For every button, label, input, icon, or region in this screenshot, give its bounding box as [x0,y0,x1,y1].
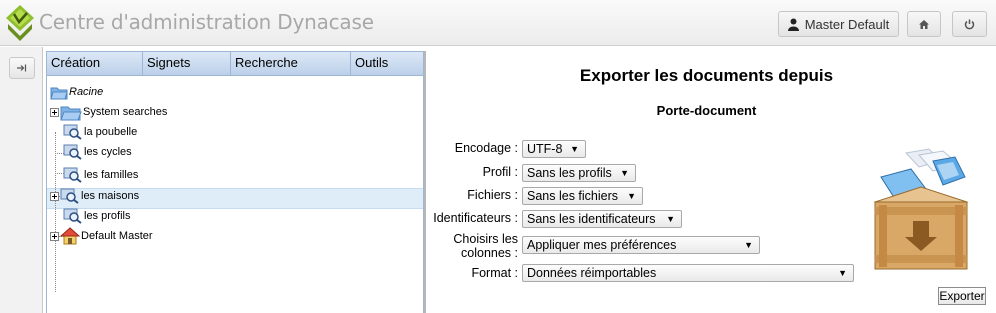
folder-icon [60,106,82,121]
home-icon [919,19,929,29]
home-button[interactable] [907,11,941,37]
search-icon [63,208,82,224]
identificateurs-value: Sans les identificateurs [527,212,656,226]
house-icon [60,227,80,245]
app-title: Centre d'administration Dynacase [39,10,374,34]
encodage-value: UTF-8 [527,142,563,156]
tree-node-label: les maisons [81,190,140,202]
profil-select[interactable]: Sans les profils ▼ [522,164,636,182]
tree-node-label: les cycles [84,146,132,158]
tree-node-les-cycles[interactable]: les cycles [63,142,132,162]
profil-label: Profil : [482,165,518,179]
tree-node-les-familles[interactable]: les familles [63,165,138,185]
expand-arrow-icon [17,64,27,72]
colonnes-value: Appliquer mes préférences [527,238,677,252]
dropdown-arrow-icon: ▼ [627,191,636,201]
menu-creation[interactable]: Création [47,52,143,76]
app-header: Centre d'administration Dynacase Master … [0,0,996,46]
export-button[interactable]: Exporter [938,287,986,305]
tree-menubar: Création Signets Recherche Outils [47,52,423,76]
format-select[interactable]: Données réimportables ▼ [522,264,854,282]
search-icon [63,167,82,183]
dropdown-arrow-icon: ▼ [744,240,753,250]
expand-toggle-icon[interactable] [50,107,59,117]
profil-value: Sans les profils [527,166,612,180]
power-button[interactable] [952,11,987,37]
colonnes-label-line2: colonnes : [461,246,518,260]
user-menu-button[interactable]: Master Default [778,11,899,37]
tree-node-system-searches[interactable]: System searches [50,102,167,122]
tree-node-label: Racine [69,86,104,98]
tree-node-les-maisons[interactable]: les maisons [50,186,139,206]
format-label: Format : [471,266,518,280]
export-crate-icon [873,148,969,270]
tree-node-racine[interactable]: Racine [50,82,103,102]
search-icon [63,124,82,140]
fichiers-label: Fichiers : [467,188,518,202]
search-icon [60,188,79,204]
menu-outils[interactable]: Outils [351,52,423,76]
tree-node-label: les familles [84,169,139,181]
format-value: Données réimportables [527,266,657,280]
search-icon [63,144,82,160]
tree-node-les-profils[interactable]: les profils [63,206,130,226]
menu-signets[interactable]: Signets [143,52,231,76]
colonnes-select[interactable]: Appliquer mes préférences ▼ [522,236,760,254]
encodage-select[interactable]: UTF-8 ▼ [522,140,586,158]
power-icon [964,19,975,29]
fichiers-value: Sans les fichiers [527,189,619,203]
folder-tree: Racine System searches la poubelle les c… [47,76,423,306]
expand-toggle-icon[interactable] [50,191,59,201]
folder-icon [50,87,68,99]
menu-recherche[interactable]: Recherche [231,52,351,76]
colonnes-label: Choisirs les colonnes : [453,232,518,260]
tree-connector [55,132,56,292]
user-name: Master Default [804,16,890,32]
dropdown-arrow-icon: ▼ [666,214,675,224]
left-sidebar [0,47,43,313]
dynacase-logo [6,5,34,41]
tree-node-label: Default Master [81,230,153,242]
dropdown-arrow-icon: ▼ [620,168,629,178]
tree-node-label: les profils [84,210,131,222]
encodage-label: Encodage : [454,141,518,155]
identificateurs-label: Identificateurs : [433,211,518,225]
export-subtitle: Porte-document [656,103,757,118]
dropdown-arrow-icon: ▼ [838,268,847,278]
export-panel: Exporter les documents depuis Porte-docu… [426,47,996,313]
tree-node-la-poubelle[interactable]: la poubelle [63,122,137,142]
expand-sidebar-button[interactable] [9,57,35,79]
fichiers-select[interactable]: Sans les fichiers ▼ [522,187,643,205]
identificateurs-select[interactable]: Sans les identificateurs ▼ [522,210,682,228]
tree-node-default-master[interactable]: Default Master [50,226,153,246]
dropdown-arrow-icon: ▼ [570,144,579,154]
user-icon [787,18,799,31]
export-title: Exporter les documents depuis [579,66,834,85]
tree-node-label: la poubelle [84,126,138,138]
expand-toggle-icon[interactable] [50,231,59,241]
tree-panel: Création Signets Recherche Outils Racine… [46,51,424,313]
tree-node-label: System searches [83,106,168,118]
colonnes-label-line1: Choisirs les [453,232,518,246]
